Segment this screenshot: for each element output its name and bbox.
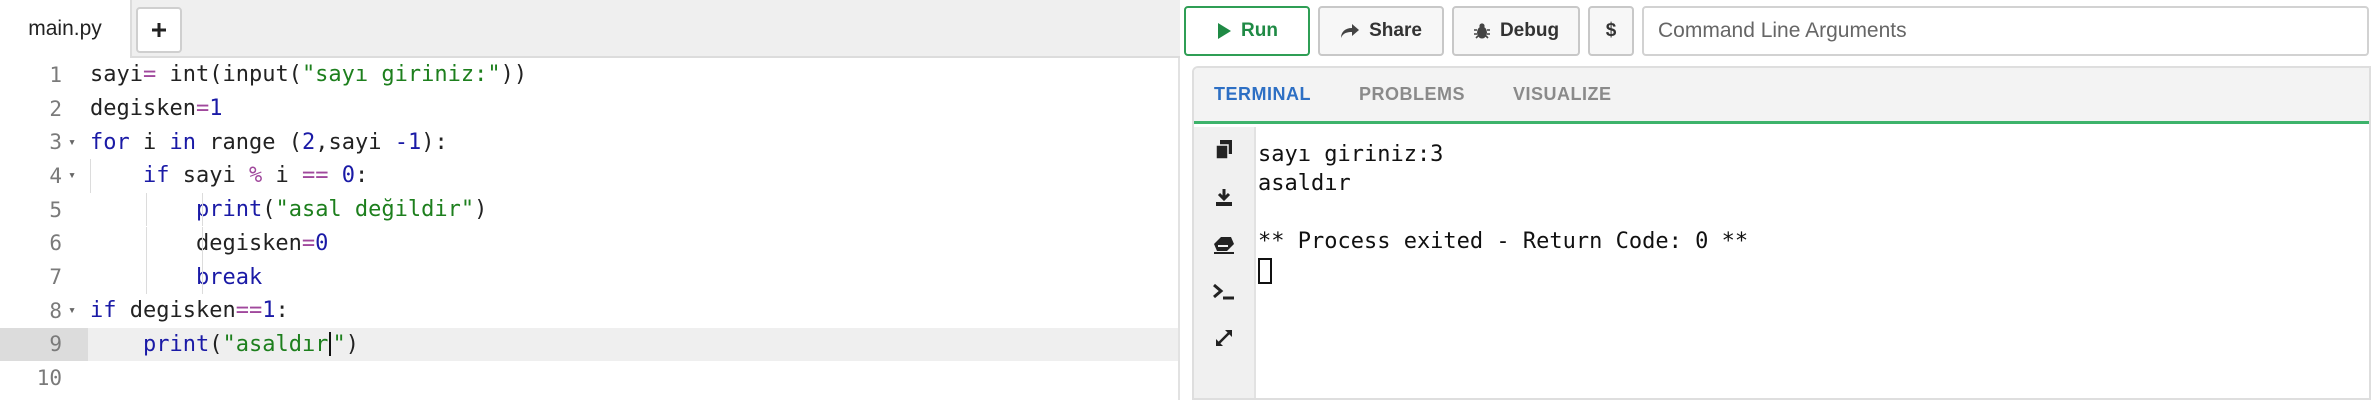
fold-arrow-icon[interactable]: ▾	[62, 168, 82, 183]
line-number: 9	[49, 332, 62, 357]
command-line-arguments-input[interactable]: Command Line Arguments	[1642, 6, 2369, 56]
line-number: 3	[49, 130, 62, 155]
plus-icon	[152, 23, 166, 37]
line-number: 1	[49, 62, 62, 87]
code-text: degisken = 1	[90, 96, 223, 122]
tab-visualize[interactable]: VISUALIZE	[1513, 84, 1612, 105]
command-line-arguments-placeholder: Command Line Arguments	[1658, 19, 1907, 42]
add-file-button[interactable]	[136, 7, 182, 53]
copy-icon[interactable]	[1209, 135, 1239, 165]
file-tab-bar: main.py	[0, 0, 1180, 58]
code-area[interactable]: 1 sayi = int(input("sayı giriniz:")) 2 de…	[0, 58, 1178, 400]
run-button-label: Run	[1241, 20, 1278, 41]
code-text: if degisken == 1:	[90, 298, 289, 324]
code-line[interactable]: 5 print("asal değildir")	[0, 192, 1178, 227]
output-pane: TERMINAL PROBLEMS VISUALIZE sayı giriniz…	[1192, 66, 2371, 400]
share-icon	[1341, 24, 1360, 38]
code-text: for i in range (2 ,sayi -1):	[90, 129, 448, 155]
file-tab-main-py[interactable]: main.py	[0, 0, 132, 58]
run-button[interactable]: Run	[1184, 6, 1310, 56]
bug-icon	[1473, 23, 1490, 39]
line-number: 4	[49, 163, 62, 188]
terminal-icon[interactable]	[1209, 276, 1239, 306]
text-cursor	[329, 332, 332, 357]
terminal-line: sayı giriniz:3	[1258, 142, 1444, 167]
code-text: print("asaldır ")	[142, 331, 359, 357]
terminal-line: asaldır	[1258, 171, 1351, 196]
terminal-line: ** Process exited - Return Code: 0 **	[1258, 229, 1749, 254]
code-text: degisken = 0	[88, 226, 328, 261]
toolbar: Run Share Debug $ Command Line Arguments	[1182, 0, 2371, 62]
download-icon[interactable]	[1209, 182, 1239, 212]
terminal-output[interactable]: sayı giriniz:3 asaldır ** Process exited…	[1258, 140, 2358, 285]
eraser-icon[interactable]	[1209, 229, 1239, 259]
share-button[interactable]: Share	[1318, 6, 1444, 56]
code-line[interactable]: 1 sayi = int(input("sayı giriniz:"))	[0, 58, 1178, 92]
terminal-cursor	[1258, 258, 1272, 284]
fold-arrow-icon[interactable]: ▾	[62, 303, 82, 318]
tab-terminal[interactable]: TERMINAL	[1214, 84, 1311, 105]
output-tabs: TERMINAL PROBLEMS VISUALIZE	[1194, 68, 2369, 124]
code-line[interactable]: 10	[0, 361, 1178, 395]
line-number: 2	[49, 96, 62, 121]
code-line[interactable]: 6 degisken = 0	[0, 226, 1178, 261]
line-number: 8	[49, 298, 62, 323]
line-number: 6	[49, 231, 62, 256]
debug-button-label: Debug	[1499, 20, 1560, 41]
play-icon	[1218, 23, 1232, 39]
code-text: print("asal değildir")	[88, 192, 487, 227]
code-line[interactable]: 7 break	[0, 260, 1178, 294]
tab-problems[interactable]: PROBLEMS	[1359, 84, 1465, 105]
code-line[interactable]: 2 degisken = 1	[0, 92, 1178, 126]
fold-arrow-icon[interactable]: ▾	[62, 135, 82, 150]
dollar-label: $	[1605, 20, 1617, 41]
debug-button[interactable]: Debug	[1452, 6, 1580, 56]
code-editor[interactable]: main.py 1 sayi = int(input("sayı giriniz:…	[0, 0, 1180, 400]
line-number: 7	[49, 265, 62, 290]
terminal-sidebar	[1194, 127, 1256, 398]
code-line[interactable]: 8 ▾ if degisken == 1:	[0, 294, 1178, 328]
code-text: break	[88, 260, 262, 294]
share-button-label: Share	[1369, 20, 1422, 41]
code-line-active[interactable]: 9 print("asaldır ")	[0, 327, 1178, 362]
code-line[interactable]: 3 ▾ for i in range (2 ,sayi -1):	[0, 125, 1178, 159]
line-number: 5	[49, 197, 62, 222]
code-text: if sayi % i == 0:	[88, 159, 368, 193]
code-text: sayi = int(input("sayı giriniz:"))	[90, 62, 528, 88]
expand-icon[interactable]	[1209, 323, 1239, 353]
code-line[interactable]: 4 ▾ if sayi % i == 0:	[0, 159, 1178, 193]
stdin-button[interactable]: $	[1588, 6, 1634, 56]
line-number: 10	[36, 366, 62, 391]
